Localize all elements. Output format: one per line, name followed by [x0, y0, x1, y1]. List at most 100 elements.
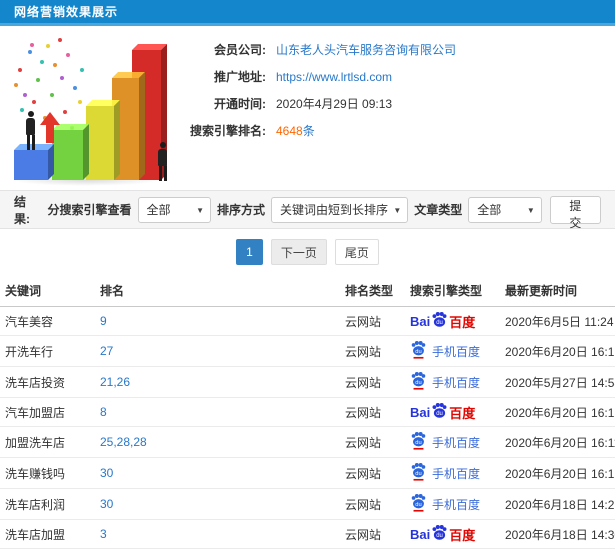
- svg-text:du: du: [415, 471, 421, 477]
- mobile-baidu-paw-icon: du: [410, 431, 427, 453]
- mobile-baidu-paw-icon: du: [410, 340, 427, 362]
- article-type-select[interactable]: 全部: [468, 196, 542, 223]
- svg-text:du: du: [415, 502, 421, 508]
- info-fields: 会员公司: 山东老人头汽车服务咨询有限公司 推广地址: https://www.…: [158, 36, 598, 144]
- updated-time-cell: 2020年6月20日 16:11: [505, 435, 615, 450]
- engine-filter-select[interactable]: 全部: [137, 196, 211, 223]
- mobile-baidu-logo: du 手机百度: [410, 431, 480, 453]
- rank-link[interactable]: 25,28,28: [100, 435, 147, 449]
- table-row: 开洗车行 27 云网站 du 手机百度 2020年6月20日 16:16: [0, 335, 615, 367]
- keyword-cell: 开洗车行: [5, 344, 54, 359]
- chart-bar-blue: [14, 150, 48, 180]
- rank-link[interactable]: 30: [100, 466, 113, 480]
- promo-url-link[interactable]: https://www.lrtlsd.com: [276, 70, 392, 84]
- keyword-cell: 加盟洗车店: [5, 435, 66, 450]
- submit-button[interactable]: 提交: [549, 195, 601, 230]
- engine-rank-count: 4648: [276, 124, 303, 138]
- mobile-baidu-paw-icon: du: [410, 462, 427, 484]
- keyword-cell: 汽车加盟店: [5, 405, 66, 420]
- table-row: 洗车赚钱吗 30 云网站 du 手机百度 2020年6月20日 16:12: [0, 457, 615, 489]
- member-company-label: 会员公司:: [214, 43, 266, 57]
- open-time-value: 2020年4月29日 09:13: [276, 97, 393, 111]
- engine-filter-label: 分搜索引擎查看: [47, 203, 132, 217]
- baidu-logo: Bai du 百度: [410, 311, 475, 331]
- keyword-cell: 洗车赚钱吗: [5, 466, 66, 481]
- chart-bar-yellow: [86, 106, 114, 180]
- sort-label: 排序方式: [217, 203, 266, 217]
- table-row: 洗车店加盟 3 云网站 Bai du 百度 2020年6月18日 14:30: [0, 519, 615, 549]
- table-header-row: 关键词 排名 排名类型 搜索引擎类型 最新更新时间: [0, 275, 615, 307]
- member-company-field: 会员公司: 山东老人头汽车服务咨询有限公司: [158, 36, 598, 63]
- baidu-logo: Bai du 百度: [410, 402, 475, 422]
- engine-filter-select-input[interactable]: 全部: [138, 197, 210, 222]
- baidu-logo: Bai du 百度: [410, 524, 475, 544]
- rank-type-cell: 云网站: [345, 435, 382, 450]
- result-label: 结果:: [14, 194, 30, 226]
- baidu-paw-icon: du: [430, 524, 449, 544]
- updated-time-cell: 2020年6月5日 11:24: [505, 314, 614, 329]
- mobile-baidu-logo: du 手机百度: [410, 493, 480, 515]
- col-header-updated: 最新更新时间: [500, 275, 615, 307]
- table-row: 洗车店投资 21,26 云网站 du 手机百度 2020年5月27日 14:58: [0, 366, 615, 398]
- mobile-baidu-logo: du 手机百度: [410, 340, 480, 362]
- bar-chart-illustration: [6, 30, 178, 186]
- mobile-baidu-logo: du 手机百度: [410, 462, 480, 484]
- table-row: 汽车加盟店 8 云网站 Bai du 百度 2020年6月20日 16:12: [0, 397, 615, 427]
- col-header-keyword: 关键词: [0, 275, 95, 307]
- updated-time-cell: 2020年6月20日 16:16: [505, 344, 615, 359]
- confetti-dots: [58, 38, 62, 42]
- updated-time-cell: 2020年6月18日 14:30: [505, 527, 615, 542]
- sort-select-input[interactable]: 关键词由短到长排序: [272, 197, 408, 222]
- keyword-cell: 洗车店加盟: [5, 527, 66, 542]
- baidu-paw-icon: du: [430, 402, 449, 422]
- rank-link[interactable]: 9: [100, 314, 107, 328]
- updated-time-cell: 2020年6月20日 16:12: [505, 405, 615, 420]
- mobile-baidu-logo: du 手机百度: [410, 371, 480, 393]
- promo-url-field: 推广地址: https://www.lrtlsd.com: [158, 63, 598, 90]
- results-table: 关键词 排名 排名类型 搜索引擎类型 最新更新时间 汽车美容 9 云网站 Bai du 百…: [0, 275, 615, 549]
- rank-link[interactable]: 21,26: [100, 375, 130, 389]
- member-company-link[interactable]: 山东老人头汽车服务咨询有限公司: [276, 41, 456, 58]
- updated-time-cell: 2020年5月27日 14:58: [505, 375, 615, 390]
- rank-link[interactable]: 30: [100, 497, 113, 511]
- businessman-figure: [156, 142, 169, 181]
- rank-type-cell: 云网站: [345, 405, 382, 420]
- updated-time-cell: 2020年6月20日 16:12: [505, 466, 615, 481]
- keyword-cell: 汽车美容: [5, 314, 54, 329]
- article-type-select-input[interactable]: 全部: [469, 197, 541, 222]
- sort-select[interactable]: 关键词由短到长排序: [271, 196, 409, 223]
- next-page-button[interactable]: 下一页: [270, 239, 327, 265]
- rank-type-cell: 云网站: [345, 497, 382, 512]
- mobile-baidu-paw-icon: du: [410, 371, 427, 393]
- rank-type-cell: 云网站: [345, 527, 382, 542]
- article-type-label: 文章类型: [414, 203, 463, 217]
- table-row: 汽车美容 9 云网站 Bai du 百度 2020年6月5日 11:24: [0, 306, 615, 336]
- svg-text:du: du: [415, 440, 421, 446]
- filter-bar: 结果: 分搜索引擎查看 全部 排序方式 关键词由短到长排序 文章类型 全部 提交: [0, 190, 615, 230]
- keyword-cell: 洗车店投资: [5, 375, 66, 390]
- rank-link[interactable]: 27: [100, 344, 113, 358]
- svg-text:du: du: [436, 320, 443, 326]
- rank-type-cell: 云网站: [345, 344, 382, 359]
- col-header-rank-type: 排名类型: [340, 275, 405, 307]
- open-time-field: 开通时间: 2020年4月29日 09:13: [158, 90, 598, 117]
- info-section: 会员公司: 山东老人头汽车服务咨询有限公司 推广地址: https://www.…: [0, 26, 615, 190]
- keyword-cell: 洗车店利润: [5, 497, 66, 512]
- last-page-button[interactable]: 尾页: [334, 239, 379, 265]
- table-row: 加盟洗车店 25,28,28 云网站 du 手机百度 2020年6月20日 16:11: [0, 426, 615, 458]
- updated-time-cell: 2020年6月18日 14:27: [505, 497, 615, 512]
- col-header-rank: 排名: [95, 275, 340, 307]
- rank-link[interactable]: 8: [100, 405, 107, 419]
- col-header-engine-type: 搜索引擎类型: [405, 275, 500, 307]
- rank-link[interactable]: 3: [100, 527, 107, 541]
- svg-text:du: du: [415, 349, 421, 355]
- baidu-paw-icon: du: [430, 311, 449, 331]
- table-row: 洗车店利润 30 云网站 du 手机百度 2020年6月18日 14:27: [0, 488, 615, 520]
- up-arrow-icon: [40, 112, 60, 144]
- rank-type-cell: 云网站: [345, 466, 382, 481]
- rank-type-cell: 云网站: [345, 375, 382, 390]
- engine-rank-unit-link[interactable]: 条: [303, 124, 315, 138]
- engine-rank-field: 搜索引擎排名: 4648条: [158, 117, 598, 144]
- page-1-button[interactable]: 1: [236, 239, 263, 265]
- svg-text:du: du: [436, 533, 443, 539]
